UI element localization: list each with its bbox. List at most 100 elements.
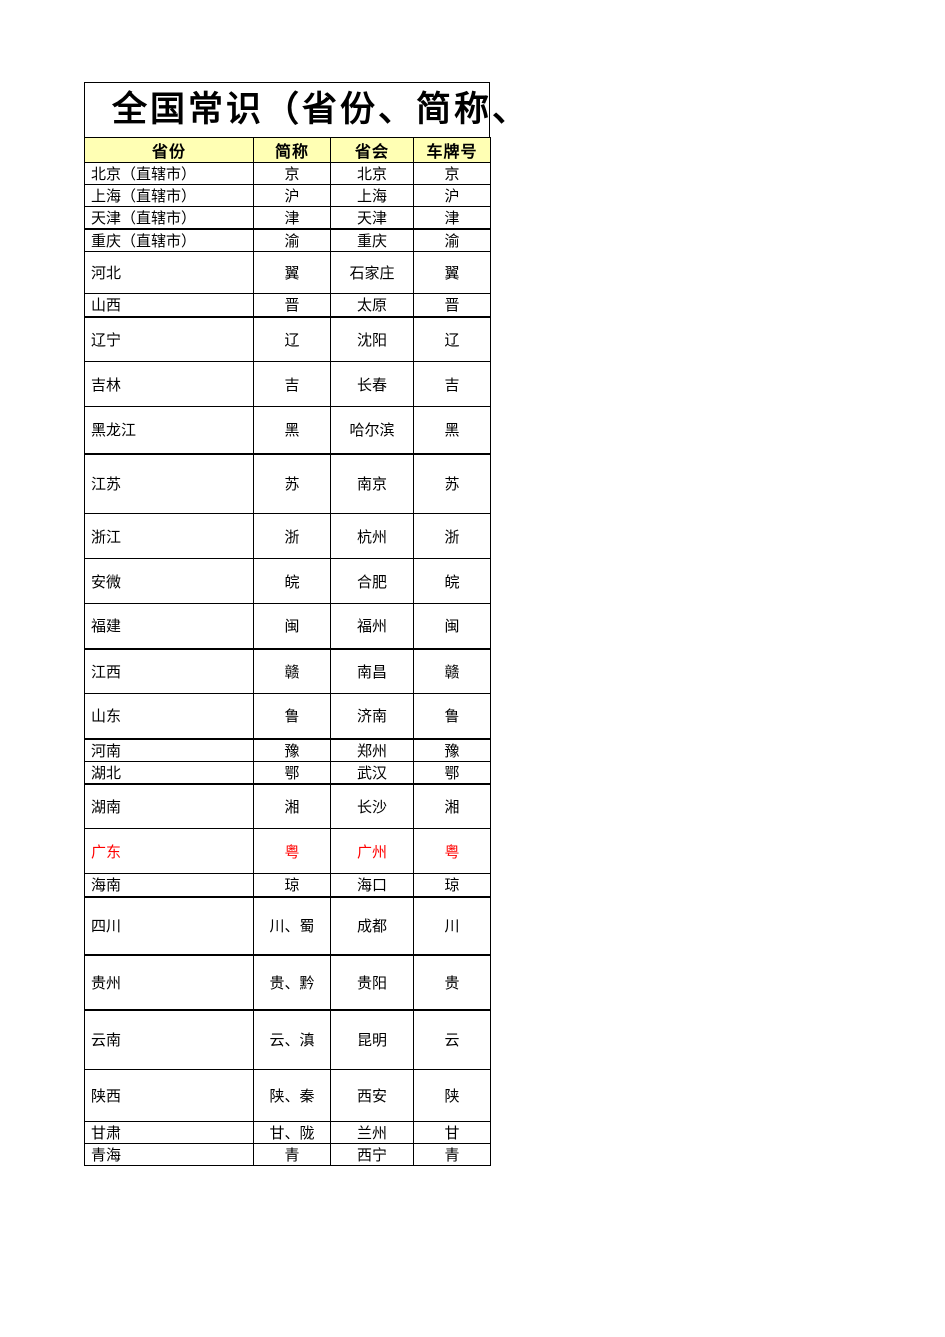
cell-abbreviation[interactable]: 川、蜀 bbox=[253, 895, 331, 955]
cell-province[interactable]: 河南 bbox=[84, 737, 254, 762]
cell-capital[interactable]: 哈尔滨 bbox=[330, 406, 414, 454]
cell-province[interactable]: 海南 bbox=[84, 873, 254, 897]
cell-abbreviation[interactable]: 湘 bbox=[253, 782, 331, 829]
cell-plate[interactable]: 京 bbox=[413, 162, 491, 185]
cell-abbreviation[interactable]: 吉 bbox=[253, 361, 331, 407]
cell-province[interactable]: 浙江 bbox=[84, 513, 254, 559]
cell-province[interactable]: 四川 bbox=[84, 895, 254, 955]
cell-abbreviation[interactable]: 苏 bbox=[253, 452, 331, 514]
cell-plate[interactable]: 渝 bbox=[413, 228, 491, 252]
cell-abbreviation[interactable]: 皖 bbox=[253, 558, 331, 604]
cell-capital[interactable]: 福州 bbox=[330, 603, 414, 649]
cell-plate[interactable]: 青 bbox=[413, 1143, 491, 1166]
cell-abbreviation[interactable]: 翼 bbox=[253, 251, 331, 294]
cell-province[interactable]: 青海 bbox=[84, 1143, 254, 1166]
cell-province[interactable]: 天津（直辖市） bbox=[84, 206, 254, 230]
cell-abbreviation[interactable]: 闽 bbox=[253, 603, 331, 649]
cell-province[interactable]: 河北 bbox=[84, 251, 254, 294]
table-row[interactable]: 广东粤广州粤 bbox=[84, 828, 491, 874]
table-row[interactable]: 山东鲁济南鲁 bbox=[84, 693, 491, 739]
cell-capital[interactable]: 长沙 bbox=[330, 782, 414, 829]
cell-province[interactable]: 云南 bbox=[84, 1008, 254, 1070]
table-row[interactable]: 福建闽福州闽 bbox=[84, 603, 491, 649]
cell-abbreviation[interactable]: 鄂 bbox=[253, 760, 331, 784]
table-row[interactable]: 青海青西宁青 bbox=[84, 1143, 491, 1166]
cell-plate[interactable]: 琼 bbox=[413, 873, 491, 897]
cell-plate[interactable]: 川 bbox=[413, 895, 491, 955]
cell-province[interactable]: 陕西 bbox=[84, 1069, 254, 1122]
column-header-plate[interactable]: 车牌号 bbox=[413, 137, 491, 163]
table-row[interactable]: 江苏苏南京苏 bbox=[84, 452, 491, 514]
cell-capital[interactable]: 石家庄 bbox=[330, 251, 414, 294]
cell-province[interactable]: 重庆（直辖市） bbox=[84, 228, 254, 252]
cell-province[interactable]: 山西 bbox=[84, 293, 254, 317]
cell-abbreviation[interactable]: 琼 bbox=[253, 873, 331, 897]
table-row[interactable]: 河南豫郑州豫 bbox=[84, 737, 491, 762]
table-row[interactable]: 黑龙江黑哈尔滨黑 bbox=[84, 406, 491, 454]
cell-plate[interactable]: 鲁 bbox=[413, 693, 491, 739]
cell-plate[interactable]: 陕 bbox=[413, 1069, 491, 1122]
cell-plate[interactable]: 吉 bbox=[413, 361, 491, 407]
table-row[interactable]: 湖南湘长沙湘 bbox=[84, 782, 491, 829]
cell-plate[interactable]: 沪 bbox=[413, 184, 491, 207]
cell-plate[interactable]: 甘 bbox=[413, 1121, 491, 1144]
cell-abbreviation[interactable]: 黑 bbox=[253, 406, 331, 454]
column-header-province[interactable]: 省份 bbox=[84, 137, 254, 163]
cell-province[interactable]: 湖南 bbox=[84, 782, 254, 829]
table-row[interactable]: 湖北鄂武汉鄂 bbox=[84, 760, 491, 784]
cell-abbreviation[interactable]: 贵、黔 bbox=[253, 953, 331, 1010]
table-row[interactable]: 河北翼石家庄翼 bbox=[84, 251, 491, 294]
table-row[interactable]: 重庆（直辖市）渝重庆渝 bbox=[84, 228, 491, 252]
cell-abbreviation[interactable]: 渝 bbox=[253, 228, 331, 252]
cell-capital[interactable]: 西宁 bbox=[330, 1143, 414, 1166]
cell-plate[interactable]: 晋 bbox=[413, 293, 491, 317]
cell-capital[interactable]: 成都 bbox=[330, 895, 414, 955]
cell-abbreviation[interactable]: 粤 bbox=[253, 828, 331, 874]
cell-abbreviation[interactable]: 青 bbox=[253, 1143, 331, 1166]
cell-abbreviation[interactable]: 辽 bbox=[253, 315, 331, 362]
cell-abbreviation[interactable]: 京 bbox=[253, 162, 331, 185]
cell-plate[interactable]: 贵 bbox=[413, 953, 491, 1010]
cell-province[interactable]: 江苏 bbox=[84, 452, 254, 514]
cell-province[interactable]: 上海（直辖市） bbox=[84, 184, 254, 207]
table-row[interactable]: 上海（直辖市）沪上海沪 bbox=[84, 184, 491, 207]
cell-abbreviation[interactable]: 陕、秦 bbox=[253, 1069, 331, 1122]
column-header-capital[interactable]: 省会 bbox=[330, 137, 414, 163]
cell-capital[interactable]: 合肥 bbox=[330, 558, 414, 604]
table-row[interactable]: 海南琼海口琼 bbox=[84, 873, 491, 897]
cell-capital[interactable]: 郑州 bbox=[330, 737, 414, 762]
cell-province[interactable]: 黑龙江 bbox=[84, 406, 254, 454]
table-row[interactable]: 陕西 陕、秦 西安陕 bbox=[84, 1069, 491, 1122]
cell-capital[interactable]: 天津 bbox=[330, 206, 414, 230]
table-row[interactable]: 江西赣南昌赣 bbox=[84, 647, 491, 694]
cell-province[interactable]: 福建 bbox=[84, 603, 254, 649]
cell-plate[interactable]: 浙 bbox=[413, 513, 491, 559]
cell-capital[interactable]: 西安 bbox=[330, 1069, 414, 1122]
cell-capital[interactable]: 广州 bbox=[330, 828, 414, 874]
cell-capital[interactable]: 兰州 bbox=[330, 1121, 414, 1144]
cell-province[interactable]: 湖北 bbox=[84, 760, 254, 784]
cell-capital[interactable]: 长春 bbox=[330, 361, 414, 407]
cell-capital[interactable]: 杭州 bbox=[330, 513, 414, 559]
table-row[interactable]: 云南 云、滇 昆明云 bbox=[84, 1008, 491, 1070]
cell-plate[interactable]: 云 bbox=[413, 1008, 491, 1070]
column-header-abbreviation[interactable]: 简称 bbox=[253, 137, 331, 163]
cell-plate[interactable]: 湘 bbox=[413, 782, 491, 829]
cell-capital[interactable]: 北京 bbox=[330, 162, 414, 185]
table-row[interactable]: 安微皖合肥皖 bbox=[84, 558, 491, 604]
cell-abbreviation[interactable]: 赣 bbox=[253, 647, 331, 694]
table-row[interactable]: 四川 川、蜀 成都川 bbox=[84, 895, 491, 955]
cell-plate[interactable]: 津 bbox=[413, 206, 491, 230]
cell-abbreviation[interactable]: 津 bbox=[253, 206, 331, 230]
cell-plate[interactable]: 辽 bbox=[413, 315, 491, 362]
cell-plate[interactable]: 闽 bbox=[413, 603, 491, 649]
cell-plate[interactable]: 翼 bbox=[413, 251, 491, 294]
cell-province[interactable]: 广东 bbox=[84, 828, 254, 874]
cell-capital[interactable]: 南昌 bbox=[330, 647, 414, 694]
cell-abbreviation[interactable]: 沪 bbox=[253, 184, 331, 207]
cell-capital[interactable]: 上海 bbox=[330, 184, 414, 207]
cell-capital[interactable]: 南京 bbox=[330, 452, 414, 514]
cell-capital[interactable]: 贵阳 bbox=[330, 953, 414, 1010]
cell-plate[interactable]: 苏 bbox=[413, 452, 491, 514]
cell-capital[interactable]: 昆明 bbox=[330, 1008, 414, 1070]
